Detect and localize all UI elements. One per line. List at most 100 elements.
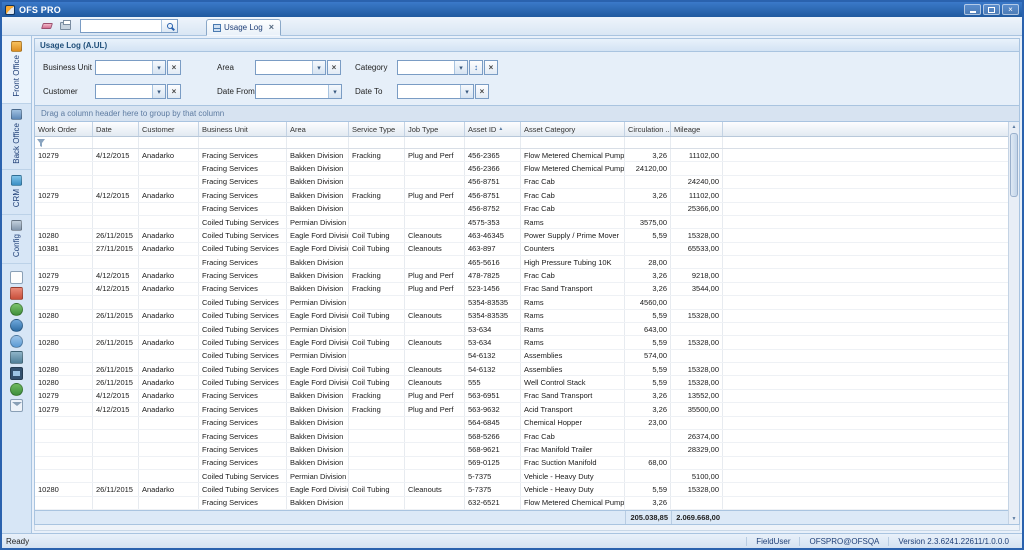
vertical-scrollbar[interactable]: ▲ ▼ — [1008, 122, 1019, 524]
chevron-down-icon[interactable]: ▾ — [152, 85, 165, 98]
table-row[interactable]: Fracing Services Bakken Division 465-5616 H… — [35, 256, 1008, 270]
table-row[interactable]: Coiled Tubing Services Permian Division 45… — [35, 215, 1008, 230]
sidebar-tab-front-office[interactable]: Front Office — [2, 36, 31, 104]
horizontal-scrollbar[interactable] — [34, 525, 1020, 531]
chevron-down-icon[interactable]: ▾ — [460, 85, 473, 98]
business-unit-combo[interactable]: ▾ — [95, 60, 166, 75]
table-row[interactable]: Fracing Services Bakken Division 456-8752 F… — [35, 202, 1008, 216]
sidebar-tab-config[interactable]: Config — [2, 215, 31, 264]
table-row[interactable]: Coiled Tubing Services Permian Division 53… — [35, 322, 1008, 337]
maximize-button[interactable] — [983, 4, 1000, 15]
table-row[interactable]: 10279 4/12/2015 Anadarko Fracing Services Ba… — [35, 149, 1008, 163]
column-header-circulation[interactable]: Circulation ... — [625, 122, 671, 136]
search-input[interactable] — [81, 20, 161, 32]
scroll-up-icon[interactable]: ▲ — [1009, 122, 1019, 132]
cell: 28329,00 — [671, 443, 723, 456]
clear-customer-button[interactable]: × — [167, 84, 181, 99]
clear-category-button[interactable]: × — [484, 60, 498, 75]
table-row[interactable]: 10279 4/12/2015 Anadarko Fracing Services Ba… — [35, 403, 1008, 417]
refresh-icon[interactable] — [10, 382, 23, 396]
table-row[interactable]: 10280 26/11/2015 Anadarko Coiled Tubing Ser… — [35, 376, 1008, 390]
clear-date-to-button[interactable]: × — [475, 84, 489, 99]
table-row[interactable]: Fracing Services Bakken Division 456-2366 F… — [35, 162, 1008, 176]
monitor-icon[interactable] — [10, 366, 23, 380]
filter-cell[interactable] — [199, 137, 287, 148]
column-header-business-unit[interactable]: Business Unit — [199, 122, 287, 136]
chevron-down-icon[interactable]: ▾ — [454, 61, 467, 74]
customer-combo[interactable]: ▾ — [95, 84, 166, 99]
group-by-bar[interactable]: Drag a column header here to group by th… — [34, 106, 1020, 122]
table-row[interactable]: 10280 26/11/2015 Anadarko Coiled Tubing Ser… — [35, 336, 1008, 350]
filter-cell[interactable] — [405, 137, 465, 148]
category-sort-button[interactable]: ↕ — [469, 60, 483, 75]
scrollbar-thumb[interactable] — [1010, 133, 1018, 197]
filter-cell[interactable] — [35, 137, 93, 148]
column-header-job-type[interactable]: Job Type — [405, 122, 465, 136]
table-row[interactable]: 10280 26/11/2015 Anadarko Coiled Tubing Ser… — [35, 309, 1008, 323]
cell: Coiled Tubing Services — [199, 376, 287, 389]
column-header-customer[interactable]: Customer — [139, 122, 199, 136]
tab-usage-log[interactable]: Usage Log × — [206, 19, 281, 36]
report-icon[interactable] — [10, 286, 23, 300]
table-row[interactable]: 10279 4/12/2015 Anadarko Fracing Services Ba… — [35, 189, 1008, 203]
close-button[interactable]: × — [1002, 4, 1019, 15]
table-row[interactable]: Coiled Tubing Services Permian Division 53… — [35, 296, 1008, 310]
table-row[interactable]: Fracing Services Bakken Division 568-5266 F… — [35, 429, 1008, 444]
column-header-asset-category[interactable]: Asset Category — [521, 122, 625, 136]
search-button[interactable] — [161, 20, 177, 32]
document-icon[interactable] — [10, 270, 23, 284]
globe-icon[interactable] — [10, 318, 23, 332]
database-icon[interactable] — [10, 350, 23, 364]
filter-cell[interactable] — [349, 137, 405, 148]
table-row[interactable]: Fracing Services Bakken Division 568-9621 F… — [35, 443, 1008, 457]
date-from-picker[interactable]: ▾ — [255, 84, 342, 99]
table-row[interactable]: Coiled Tubing Services Permian Division 54… — [35, 349, 1008, 363]
table-row[interactable]: 10280 26/11/2015 Anadarko Coiled Tubing Ser… — [35, 229, 1008, 243]
clear-area-button[interactable]: × — [327, 60, 341, 75]
tab-close-icon[interactable]: × — [269, 23, 274, 32]
column-header-service-type[interactable]: Service Type — [349, 122, 405, 136]
area-combo[interactable]: ▾ — [255, 60, 326, 75]
table-row[interactable]: Fracing Services Bakken Division 564-6845 C… — [35, 416, 1008, 430]
filter-cell[interactable] — [625, 137, 671, 148]
cell: 15328,00 — [671, 229, 723, 242]
chevron-down-icon[interactable]: ▾ — [328, 85, 341, 98]
filter-cell[interactable] — [671, 137, 723, 148]
table-row[interactable]: 10280 26/11/2015 Anadarko Coiled Tubing Ser… — [35, 483, 1008, 497]
table-row[interactable]: Fracing Services Bakken Division 569-0125 F… — [35, 456, 1008, 470]
table-row[interactable]: 10280 26/11/2015 Anadarko Coiled Tubing Ser… — [35, 363, 1008, 377]
eraser-button[interactable] — [38, 18, 55, 34]
column-header-date[interactable]: Date — [93, 122, 139, 136]
filter-cell[interactable] — [287, 137, 349, 148]
filter-cell[interactable] — [465, 137, 521, 148]
sidebar-tab-back-office[interactable]: Back Office — [2, 104, 31, 171]
table-row[interactable]: 10279 4/12/2015 Anadarko Fracing Services Ba… — [35, 389, 1008, 404]
sidebar-tab-crm[interactable]: CRM — [2, 170, 31, 215]
table-row[interactable]: 10279 4/12/2015 Anadarko Fracing Services Ba… — [35, 269, 1008, 283]
category-combo[interactable]: ▾ — [397, 60, 468, 75]
table-row[interactable]: Fracing Services Bakken Division 456-8751 F… — [35, 175, 1008, 190]
column-header-mileage[interactable]: Mileage — [671, 122, 723, 136]
column-header-work-order[interactable]: Work Order — [35, 122, 93, 136]
start-icon[interactable] — [10, 302, 23, 316]
table-row[interactable]: 10381 27/11/2015 Anadarko Coiled Tubing Ser… — [35, 242, 1008, 256]
filter-cell[interactable] — [139, 137, 199, 148]
filter-cell[interactable] — [93, 137, 139, 148]
clear-business-unit-button[interactable]: × — [167, 60, 181, 75]
chevron-down-icon[interactable]: ▾ — [312, 61, 325, 74]
table-row[interactable]: Fracing Services Bakken Division 632-6521 F… — [35, 496, 1008, 511]
cell: 3575,00 — [625, 215, 671, 229]
cell: Coil Tubing — [349, 376, 405, 389]
chevron-down-icon[interactable]: ▾ — [152, 61, 165, 74]
mail-icon[interactable] — [10, 398, 23, 412]
table-row[interactable]: Coiled Tubing Services Permian Division 5-… — [35, 470, 1008, 484]
date-to-picker[interactable]: ▾ — [397, 84, 474, 99]
column-header-area[interactable]: Area — [287, 122, 349, 136]
table-row[interactable]: 10279 4/12/2015 Anadarko Fracing Services Ba… — [35, 282, 1008, 297]
column-header-asset-id[interactable]: Asset ID ▲ — [465, 122, 521, 136]
scroll-down-icon[interactable]: ▼ — [1009, 514, 1019, 524]
filter-cell[interactable] — [521, 137, 625, 148]
web-icon[interactable] — [10, 334, 23, 348]
minimize-button[interactable] — [964, 4, 981, 15]
print-button[interactable] — [57, 18, 74, 34]
